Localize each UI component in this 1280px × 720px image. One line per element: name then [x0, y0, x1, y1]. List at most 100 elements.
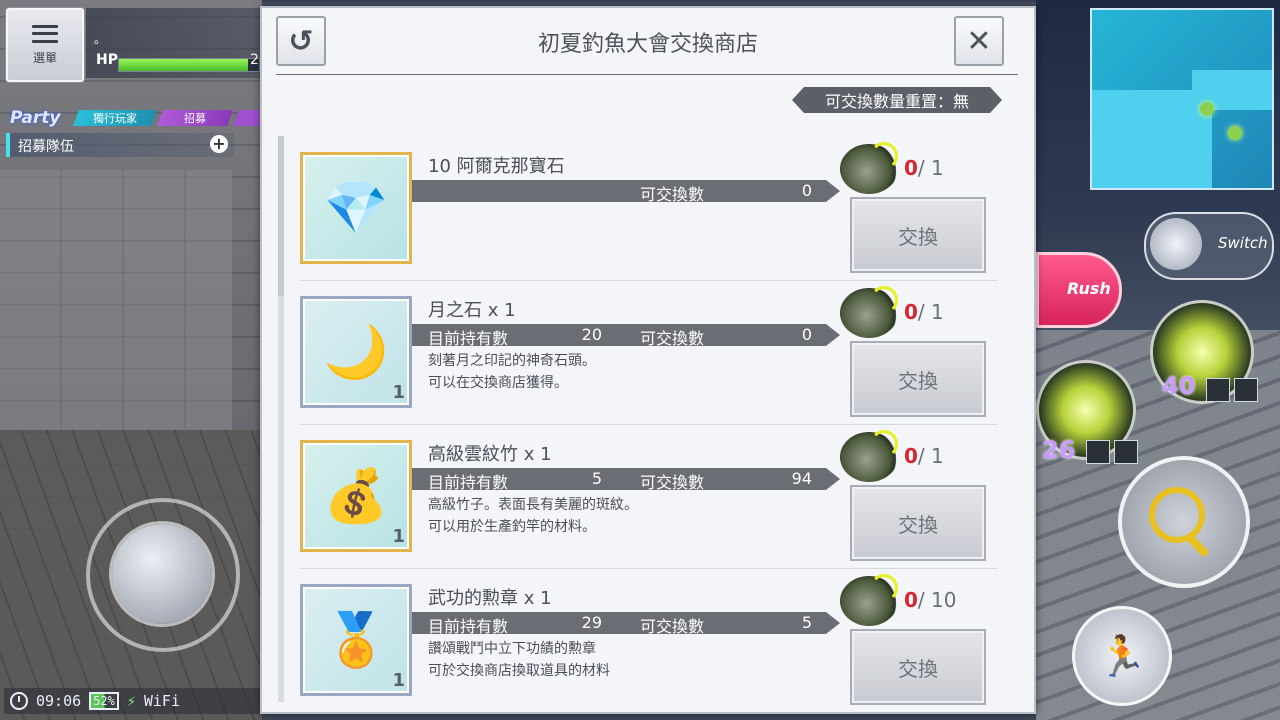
exchange-count: 0/ 10: [904, 588, 957, 612]
item-frame[interactable]: 💰 1: [300, 440, 412, 552]
exchangeable-label: 可交換數: [640, 185, 705, 204]
reset-info-tag: 可交換數量重置：無: [792, 87, 1002, 113]
box-icon: [1114, 440, 1138, 464]
exchange-count-current: 0: [904, 588, 918, 612]
shop-title: 初夏釣魚大會交換商店: [537, 32, 758, 57]
running-icon: 🏃: [1097, 633, 1147, 680]
network-label: WiFi: [143, 692, 180, 710]
item-frame[interactable]: 🌙 1: [300, 296, 412, 408]
owned-label: 目前持有數: [428, 617, 509, 636]
owned-value: 5: [591, 469, 602, 488]
owned-value: 20: [581, 325, 602, 344]
skill-1-count: 40: [1162, 372, 1196, 400]
magnifier-icon: [1149, 487, 1205, 543]
shop-item-row: 🌙 1 月之石 x 1 目前持有數 20 可交換數 0 刻著月之印記的神奇石頭。…: [300, 286, 1000, 424]
fishing-coin-icon: [840, 142, 898, 194]
exchange-count-current: 0: [904, 444, 918, 468]
item-name: 武功的勲章 x 1: [428, 588, 552, 609]
exchange-count-limit: 1: [931, 300, 944, 324]
item-description: 讚頌戰鬥中立下功績的勲章 可於交換商店換取道具的材料: [428, 638, 610, 682]
tab-recruit[interactable]: 招募: [157, 110, 233, 126]
close-button[interactable]: ✕: [954, 16, 1004, 66]
item-stat-bar: 目前持有數 5 可交換數 94: [412, 468, 840, 490]
item-stat-bar: 可交換數 0: [412, 180, 840, 202]
burst-icon: [1206, 378, 1230, 402]
owned-label: 目前持有數: [428, 473, 509, 492]
charging-icon: ⚡: [126, 692, 136, 710]
exchangeable-label: 可交換數: [640, 329, 705, 348]
stone-wall: [0, 170, 232, 430]
joystick-knob[interactable]: [112, 524, 212, 624]
exchange-count-limit: 1: [931, 444, 944, 468]
item-stat-bar: 目前持有數 20 可交換數 0: [412, 324, 840, 346]
rush-label: Rush: [1067, 279, 1111, 298]
shop-item-row: 💎 10 阿爾克那寶石 可交換數 0 0/ 1 交換: [300, 142, 1000, 280]
item-desc-line-2: 可於交換商店換取道具的材料: [428, 663, 610, 679]
switch-icon: [1150, 218, 1202, 270]
item-stat-bar: 目前持有數 29 可交換數 5: [412, 612, 840, 634]
battery-indicator: 52%: [89, 692, 119, 710]
exchangeable-value: 5: [801, 613, 812, 632]
player-marker-icon: [1200, 102, 1214, 116]
exchange-count-limit: 1: [931, 156, 944, 180]
item-qty-badge: 1: [392, 382, 405, 403]
exchangeable-value: 94: [791, 469, 812, 488]
item-description: 刻著月之印記的神奇石頭。 可以在交換商店獲得。: [428, 350, 596, 394]
fishing-coin-icon: [840, 430, 898, 482]
player-name: 。: [94, 32, 107, 46]
player-status-panel: 。 HP 2: [86, 8, 262, 78]
row-divider: [300, 424, 998, 425]
menu-button[interactable]: 選單: [6, 8, 84, 82]
exchange-button[interactable]: 交換: [850, 485, 986, 561]
item-name: 高級雲紋竹 x 1: [428, 444, 552, 465]
exchange-count: 0/ 1: [904, 444, 944, 468]
exchange-button[interactable]: 交換: [850, 341, 986, 417]
exchangeable-value: 0: [801, 325, 812, 344]
dash-button[interactable]: 🏃: [1072, 606, 1172, 706]
bag-icon: 💰: [323, 466, 389, 527]
item-description: 高級竹子。表面長有美麗的斑紋。 可以用於生產釣竿的材料。: [428, 494, 638, 538]
tab-solo-player[interactable]: 獨行玩家: [73, 110, 157, 126]
exchange-count-current: 0: [904, 156, 918, 180]
rush-button[interactable]: Rush: [1036, 252, 1122, 328]
moon-stone-icon: 🌙: [323, 322, 389, 383]
scrollbar-thumb[interactable]: [278, 136, 284, 296]
hp-bar: [118, 58, 260, 72]
item-desc-line-1: 高級竹子。表面長有美麗的斑紋。: [428, 497, 638, 513]
item-name: 10 阿爾克那寶石: [428, 156, 565, 177]
hp-label: HP: [96, 52, 118, 68]
search-action-button[interactable]: [1118, 456, 1250, 588]
owned-value: 29: [581, 613, 602, 632]
exchangeable-label: 可交換數: [640, 473, 705, 492]
item-desc-line-1: 讚頌戰鬥中立下功績的勲章: [428, 641, 596, 657]
exchangeable-value: 0: [801, 181, 812, 200]
header-divider: [276, 74, 1018, 75]
clock-icon: [10, 692, 28, 710]
row-divider: [300, 280, 998, 281]
exchange-count: 0/ 1: [904, 156, 944, 180]
crystal-icon: 💎: [323, 178, 389, 239]
minimap[interactable]: [1090, 8, 1274, 190]
exchange-button[interactable]: 交換: [850, 197, 986, 273]
hp-bar-fill: [119, 59, 248, 71]
plus-icon[interactable]: +: [210, 135, 228, 153]
switch-button[interactable]: Switch: [1144, 212, 1274, 280]
device-status-bar: 09:06 52% ⚡ WiFi: [4, 688, 264, 714]
exchange-count: 0/ 1: [904, 300, 944, 324]
item-frame[interactable]: 🏅 1: [300, 584, 412, 696]
exchange-shop-modal: ↺ 初夏釣魚大會交換商店 ✕ 可交換數量重置：無 💎 10 阿爾克那寶石 可交換…: [260, 6, 1036, 714]
item-desc-line-2: 可以在交換商店獲得。: [428, 375, 568, 391]
time-readout: 09:06: [36, 692, 82, 710]
fishing-coin-icon: [840, 286, 898, 338]
item-qty-badge: 1: [392, 526, 405, 547]
item-qty-badge: 1: [392, 670, 405, 691]
recruit-party-label: 招募隊伍: [18, 139, 74, 155]
exchange-button[interactable]: 交換: [850, 629, 986, 705]
element-icon: [1234, 378, 1258, 402]
hamburger-icon: [32, 24, 58, 43]
npc-marker-icon: [1228, 126, 1242, 140]
item-frame[interactable]: 💎: [300, 152, 412, 264]
recruit-party-row[interactable]: 招募隊伍 +: [6, 133, 234, 157]
shop-item-row: 💰 1 高級雲紋竹 x 1 目前持有數 5 可交換數 94 高級竹子。表面長有美…: [300, 430, 1000, 568]
fishing-coin-icon: [840, 574, 898, 626]
